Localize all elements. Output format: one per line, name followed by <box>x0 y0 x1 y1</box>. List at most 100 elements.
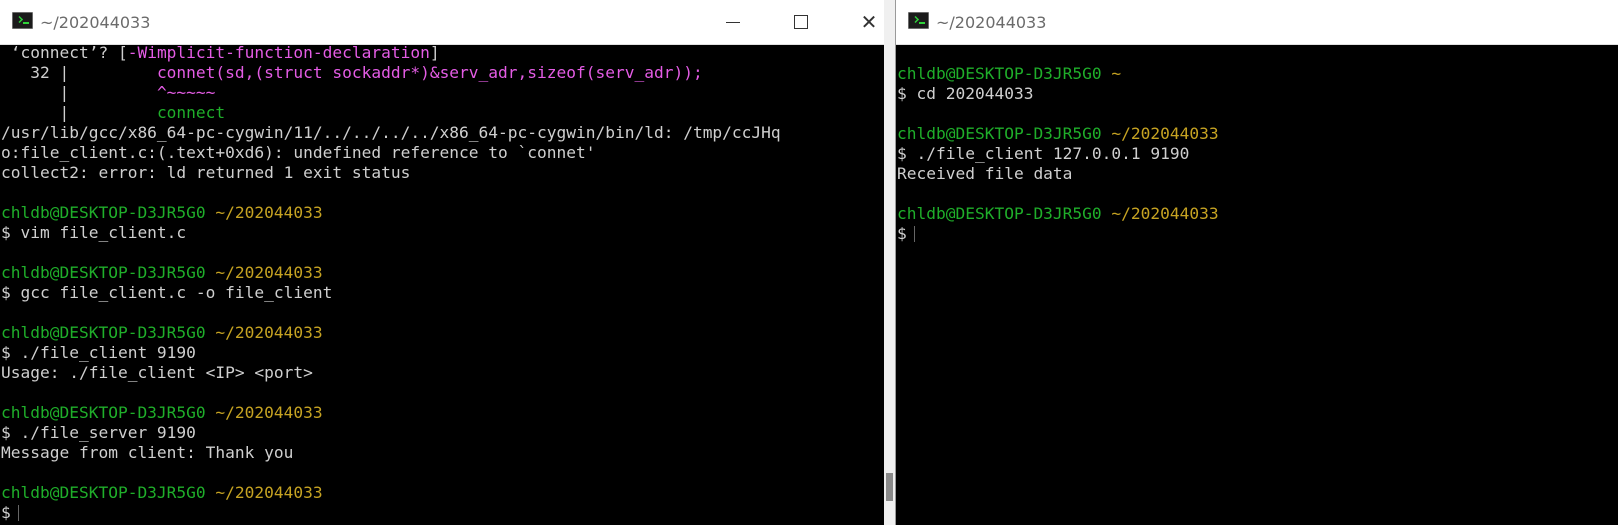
prompt-path: ~/202044033 <box>1111 204 1219 223</box>
scrollbar[interactable] <box>884 0 895 525</box>
prompt-separator <box>206 203 216 222</box>
code-gutter: | <box>1 83 157 102</box>
output-text: Message from client: Thank you <box>1 443 294 462</box>
output-text: $ ./file_client 9190 <box>1 343 196 362</box>
terminal-line: ‘connect’? [-Wimplicit-function-declarat… <box>1 43 884 63</box>
terminal-line: chldb@DESKTOP-D3JR5G0 ~/202044033 <box>1 263 884 283</box>
title-bar[interactable]: ~/202044033 <box>896 0 1618 45</box>
maximize-icon <box>794 15 808 29</box>
prompt-path: ~/202044033 <box>215 483 323 502</box>
prompt-separator <box>206 263 216 282</box>
output-text: collect2: error: ld returned 1 exit stat… <box>1 163 411 182</box>
output-text: Usage: ./file_client <IP> <port> <box>1 363 313 382</box>
code-snippet: connect <box>156 103 226 122</box>
terminal-line: chldb@DESKTOP-D3JR5G0 ~/202044033 <box>1 323 884 343</box>
prompt-user: chldb@DESKTOP-D3JR5G0 <box>1 483 206 502</box>
code-snippet: connet(sd,(struct sockaddr*)&serv_adr,si… <box>156 63 703 82</box>
code-snippet: ^~~~~~ <box>156 83 216 102</box>
prompt-separator <box>1102 124 1112 143</box>
terminal-output[interactable]: chldb@DESKTOP-D3JR5G0 ~ $ cd 202044033 chl… <box>896 64 1618 525</box>
terminal-line: $ gcc file_client.c -o file_client <box>1 283 884 303</box>
terminal-icon <box>908 12 929 29</box>
title-bar[interactable]: ~/202044033 ✕ <box>0 0 884 45</box>
prompt-separator <box>1102 204 1112 223</box>
output-text: o:file_client.c:(.text+0xd6): undefined … <box>1 143 596 162</box>
terminal-icon <box>12 12 33 29</box>
terminal-line: $ <box>897 224 1618 244</box>
terminal-line: $ vim file_client.c <box>1 223 884 243</box>
prompt-separator <box>206 323 216 342</box>
prompt-separator <box>206 403 216 422</box>
prompt-path: ~/202044033 <box>1111 124 1219 143</box>
output-text: $ gcc file_client.c -o file_client <box>1 283 333 302</box>
terminal-line: chldb@DESKTOP-D3JR5G0 ~/202044033 <box>1 403 884 423</box>
prompt-user: chldb@DESKTOP-D3JR5G0 <box>1 263 206 282</box>
scrollbar-thumb[interactable] <box>886 473 893 501</box>
terminal-line: $ cd 202044033 <box>897 84 1618 104</box>
prompt-user: chldb@DESKTOP-D3JR5G0 <box>1 403 206 422</box>
warning-text: ‘connect’? [ <box>1 43 128 62</box>
warning-flag: -Wimplicit-function-declaration <box>127 43 430 62</box>
output-text: /usr/lib/gcc/x86_64-pc-cygwin/11/../../.… <box>1 123 781 142</box>
prompt-user: chldb@DESKTOP-D3JR5G0 <box>1 323 206 342</box>
terminal-line: $ ./file_client 9190 <box>1 343 884 363</box>
terminal-line: | ^~~~~~ <box>1 83 884 103</box>
terminal-line: Received file data <box>897 164 1618 184</box>
prompt-path: ~/202044033 <box>215 323 323 342</box>
code-gutter: | <box>1 103 157 122</box>
prompt-path: ~/202044033 <box>215 403 323 422</box>
prompt-user: chldb@DESKTOP-D3JR5G0 <box>1 203 206 222</box>
terminal-window-left[interactable]: ~/202044033 ✕ ‘connect’? [-Wimplicit-fun… <box>0 0 884 525</box>
prompt-user: chldb@DESKTOP-D3JR5G0 <box>897 204 1102 223</box>
prompt-path: ~/202044033 <box>215 203 323 222</box>
terminal-line: $ ./file_server 9190 <box>1 423 884 443</box>
terminal-line: o:file_client.c:(.text+0xd6): undefined … <box>1 143 884 163</box>
terminal-line: | connect <box>1 103 884 123</box>
maximize-button[interactable] <box>778 0 824 44</box>
terminal-line: Usage: ./file_client <IP> <port> <box>1 363 884 383</box>
prompt-separator <box>206 483 216 502</box>
terminal-line: chldb@DESKTOP-D3JR5G0 ~/202044033 <box>1 203 884 223</box>
terminal-line: chldb@DESKTOP-D3JR5G0 ~/202044033 <box>897 124 1618 144</box>
prompt-path: ~/202044033 <box>215 263 323 282</box>
terminal-output[interactable]: ‘connect’? [-Wimplicit-function-declarat… <box>0 43 884 525</box>
prompt-user: chldb@DESKTOP-D3JR5G0 <box>897 64 1102 83</box>
output-text: Received file data <box>897 164 1073 183</box>
output-text: $ ./file_client 127.0.0.1 9190 <box>897 144 1190 163</box>
terminal-line: 32 | connet(sd,(struct sockaddr*)&serv_a… <box>1 63 884 83</box>
terminal-line: Message from client: Thank you <box>1 443 884 463</box>
output-text: $ ./file_server 9190 <box>1 423 196 442</box>
prompt-user: chldb@DESKTOP-D3JR5G0 <box>897 124 1102 143</box>
terminal-line: chldb@DESKTOP-D3JR5G0 ~/202044033 <box>1 483 884 503</box>
minimize-button[interactable] <box>710 0 756 44</box>
terminal-line: collect2: error: ld returned 1 exit stat… <box>1 163 884 183</box>
text-cursor <box>913 226 915 242</box>
terminal-line: chldb@DESKTOP-D3JR5G0 ~/202044033 <box>897 204 1618 224</box>
close-icon: ✕ <box>860 10 878 34</box>
warning-text: ] <box>429 43 440 62</box>
terminal-line: /usr/lib/gcc/x86_64-pc-cygwin/11/../../.… <box>1 123 884 143</box>
output-text: $ cd 202044033 <box>897 84 1034 103</box>
text-cursor <box>17 505 19 521</box>
terminal-line: chldb@DESKTOP-D3JR5G0 ~ <box>897 64 1618 84</box>
terminal-line: $ ./file_client 127.0.0.1 9190 <box>897 144 1618 164</box>
close-button[interactable]: ✕ <box>846 0 884 44</box>
window-title: ~/202044033 <box>40 13 151 32</box>
output-text: $ vim file_client.c <box>1 223 187 242</box>
minimize-icon <box>726 21 740 23</box>
prompt-symbol: $ <box>1 503 11 522</box>
terminal-window-right[interactable]: ~/202044033 chldb@DESKTOP-D3JR5G0 ~ $ cd … <box>895 0 1618 525</box>
prompt-symbol: $ <box>897 224 907 243</box>
window-title: ~/202044033 <box>936 13 1047 32</box>
terminal-line: $ <box>1 503 884 523</box>
prompt-path: ~ <box>1111 64 1122 83</box>
prompt-separator <box>1102 64 1112 83</box>
code-gutter: 32 | <box>1 63 157 82</box>
